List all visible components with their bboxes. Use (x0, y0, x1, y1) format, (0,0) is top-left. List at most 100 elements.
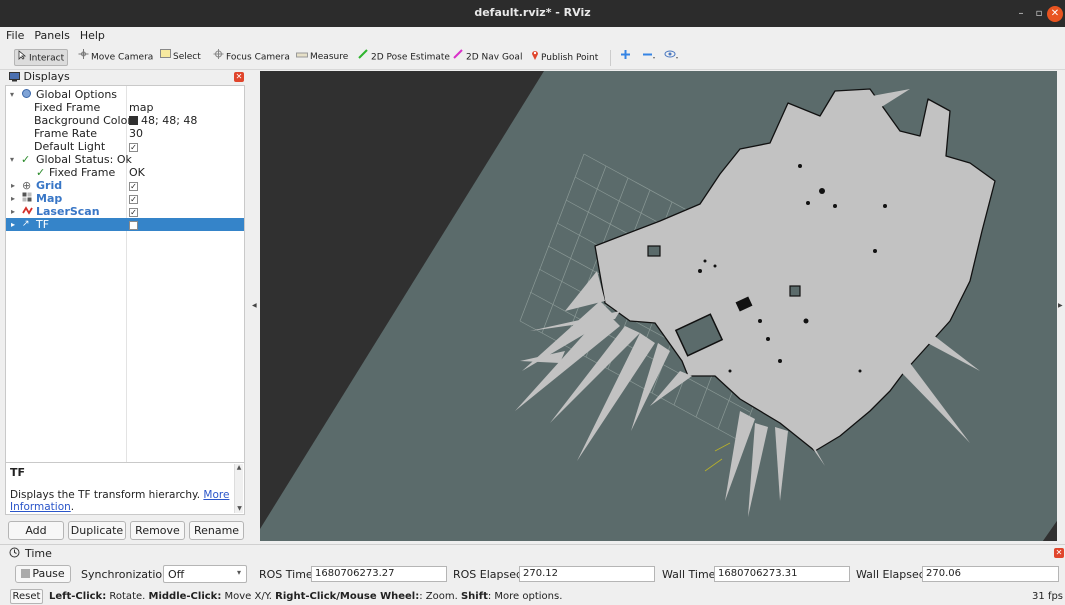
default-light-row[interactable]: Default Light ✓ (6, 140, 244, 153)
background-color-value[interactable]: 48; 48; 48 (129, 114, 197, 127)
description-period: . (70, 501, 75, 513)
default-light-checkbox[interactable]: ✓ (129, 140, 138, 153)
expand-arrow-icon[interactable]: ▸ (11, 205, 15, 218)
scroll-up-icon[interactable]: ▲ (235, 464, 243, 471)
left-splitter-handle-icon[interactable]: ◀ (252, 302, 257, 309)
add-button[interactable]: Add (8, 521, 64, 540)
chevron-down-icon: ▾ (236, 568, 241, 577)
time-panel-header: Time ✕ (0, 544, 1065, 560)
measure-tool[interactable]: Measure (293, 49, 351, 66)
frame-rate-label: Frame Rate (34, 127, 97, 140)
hint-right-click: Right-Click/Mouse Wheel: (275, 591, 420, 602)
expand-arrow-icon[interactable]: ▾ (10, 88, 14, 101)
information-link[interactable]: Information (10, 501, 71, 513)
status-fixed-frame-label: Fixed Frame (49, 166, 116, 179)
display-item-tf[interactable]: ▸ ↗ TF (6, 218, 244, 231)
display-item-grid[interactable]: ▸ ⊕ Grid ✓ (6, 179, 244, 192)
description-box: TF Displays the TF transform hierarchy. … (5, 462, 245, 515)
hint-shift: Shift (460, 591, 488, 602)
ros-elapsed-field[interactable]: 270.12 (519, 566, 655, 582)
add-tool-button[interactable] (617, 49, 636, 66)
hint-rotate: Rotate. (106, 591, 149, 602)
global-options-row[interactable]: ▾ Global Options (6, 88, 244, 101)
more-info-link[interactable]: More (203, 489, 229, 501)
select-tool[interactable]: Select (157, 49, 204, 66)
tf-label: TF (36, 218, 50, 231)
displays-title: Displays (23, 70, 70, 83)
menu-help[interactable]: Help (75, 27, 110, 42)
goal-arrow-icon (453, 49, 464, 65)
render-viewport[interactable] (260, 71, 1057, 541)
interact-tool[interactable]: Interact (14, 49, 69, 66)
right-splitter-handle-icon[interactable]: ▶ (1058, 302, 1063, 309)
close-window-button[interactable]: ✕ (1047, 6, 1063, 22)
select-icon (160, 49, 171, 64)
tf-icon: ↗ (22, 219, 30, 229)
description-scrollbar[interactable]: ▲ ▼ (234, 464, 243, 513)
expand-arrow-icon[interactable]: ▸ (11, 179, 15, 192)
map-checkbox[interactable]: ✓ (129, 192, 138, 205)
laserscan-label: LaserScan (36, 205, 100, 218)
fixed-frame-value[interactable]: map (129, 101, 153, 114)
checkbox-checked-icon: ✓ (129, 181, 138, 191)
scene-svg[interactable] (260, 71, 1057, 541)
status-hint: Left-Click: Rotate. Middle-Click: Move X… (49, 591, 562, 602)
move-camera-tool[interactable]: Move Camera (75, 49, 156, 66)
expand-arrow-icon[interactable]: ▸ (11, 192, 15, 205)
display-item-map[interactable]: ▸ Map ✓ (6, 192, 244, 205)
status-fixed-frame-row[interactable]: ✓ Fixed Frame OK (6, 166, 244, 179)
status-fixed-frame-value: OK (129, 166, 145, 179)
background-color-row[interactable]: Background Color 48; 48; 48 (6, 114, 244, 127)
frame-rate-value[interactable]: 30 (129, 127, 143, 140)
background-color-text: 48; 48; 48 (141, 114, 198, 127)
description-body: Displays the TF transform hierarchy. (10, 489, 201, 501)
checkbox-checked-icon: ✓ (129, 142, 138, 152)
fixed-frame-row[interactable]: Fixed Frame map (6, 101, 244, 114)
frame-rate-row[interactable]: Frame Rate 30 (6, 127, 244, 140)
remove-button[interactable]: Remove (130, 521, 185, 540)
hint-zoom: : Zoom. (419, 591, 461, 602)
close-icon[interactable]: ✕ (1054, 548, 1064, 558)
laserscan-icon (22, 205, 33, 218)
expand-arrow-icon[interactable]: ▸ (11, 218, 15, 231)
display-buttons: Add Duplicate Remove Rename (5, 521, 245, 541)
grid-checkbox[interactable]: ✓ (129, 179, 138, 192)
wall-time-field[interactable]: 1680706273.31 (714, 566, 850, 582)
publish-point-tool[interactable]: Publish Point (528, 49, 601, 66)
minimize-button[interactable]: – (1013, 6, 1029, 22)
global-status-row[interactable]: ▾ ✓ Global Status: Ok (6, 153, 244, 166)
view-tool-button[interactable] (661, 49, 684, 66)
global-status-label: Global Status: Ok (36, 153, 132, 166)
description-text: Displays the TF transform hierarchy. Mor… (10, 489, 232, 513)
duplicate-button[interactable]: Duplicate (68, 521, 126, 540)
rename-button[interactable]: Rename (189, 521, 244, 540)
nav-goal-tool[interactable]: 2D Nav Goal (450, 49, 525, 66)
wall-elapsed-field[interactable]: 270.06 (922, 566, 1059, 582)
tf-checkbox[interactable] (129, 218, 138, 231)
displays-panel: Displays ✕ ▾ Global Options Fixed Frame … (5, 70, 245, 542)
toolbar-divider (610, 50, 611, 66)
scroll-down-icon[interactable]: ▼ (235, 505, 244, 512)
maximize-button[interactable]: ▫ (1031, 6, 1047, 22)
laserscan-checkbox[interactable]: ✓ (129, 205, 138, 218)
focus-camera-tool[interactable]: Focus Camera (210, 49, 293, 66)
sync-dropdown[interactable]: Off ▾ (163, 565, 247, 583)
pose-estimate-tool[interactable]: 2D Pose Estimate (355, 49, 453, 66)
close-icon[interactable]: ✕ (234, 72, 244, 82)
time-controls: Pause Synchronization: Off ▾ ROS Time: 1… (0, 563, 1065, 587)
displays-header: Displays ✕ (5, 70, 245, 84)
pause-button[interactable]: Pause (15, 565, 71, 583)
checkbox-unchecked-icon (129, 220, 138, 230)
display-item-laserscan[interactable]: ▸ LaserScan ✓ (6, 205, 244, 218)
plus-icon (620, 49, 631, 66)
menu-bar: File Panels Help (0, 27, 1065, 45)
grid-icon: ⊕ (22, 179, 32, 192)
remove-tool-button[interactable] (639, 49, 660, 66)
reset-button[interactable]: Reset (10, 589, 43, 604)
menu-panels[interactable]: Panels (29, 27, 74, 42)
expand-arrow-icon[interactable]: ▾ (10, 153, 14, 166)
menu-file[interactable]: File (1, 27, 29, 42)
focus-icon (213, 49, 224, 65)
ros-time-field[interactable]: 1680706273.27 (311, 566, 447, 582)
ros-elapsed-label: ROS Elapsed: (453, 568, 527, 581)
